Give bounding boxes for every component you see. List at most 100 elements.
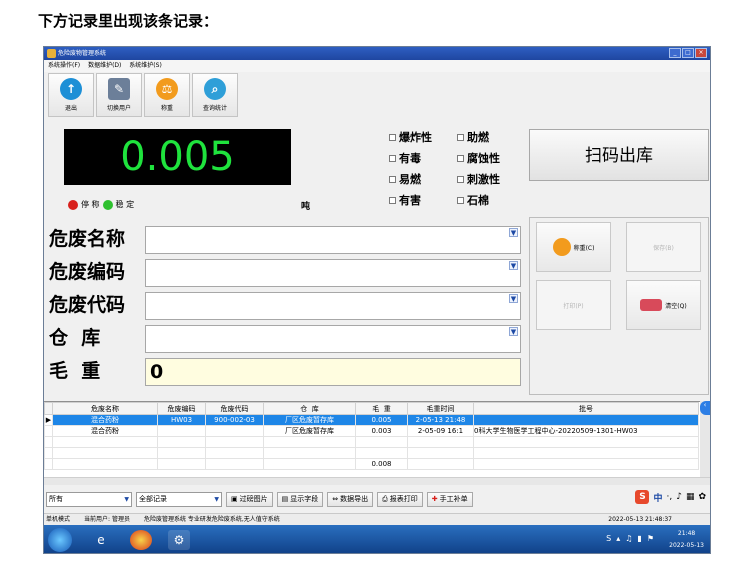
weigh-button[interactable]: 称重(C) [536, 222, 611, 272]
export-icon: ⇔ [332, 495, 339, 503]
records-table: 危废名称 危废编码 危废代码 仓 库 毛 重 毛重时间 批号 ▶ 混合药粉 HW… [44, 401, 710, 477]
hazard-checkboxes: 爆炸性 助燃 有毒 腐蚀性 易燃 刺激性 有害 石棉 [389, 129, 525, 208]
warehouse-select[interactable]: ▼ [145, 325, 521, 353]
taskbar: e ⚙ S ▴ ♫ ▮ ⚑ 21:48 2022-05-13 [44, 525, 710, 553]
switch-user-icon: ✎ [108, 78, 130, 100]
title-bar: 危险废物管理系统 _ □ × [44, 47, 710, 60]
print-button[interactable]: 打印(P) [536, 280, 611, 330]
check-flammable[interactable]: 易燃 [389, 171, 457, 187]
show-fields-button[interactable]: ▤ 显示字段 [276, 491, 324, 507]
green-light-icon [102, 199, 113, 210]
start-button[interactable] [48, 528, 72, 552]
clear-button[interactable]: 清空(Q) [626, 280, 701, 330]
status-bar: 单机模式 当前用户: 管理员 危险废管理系统 专业研发危险废系统,无人值守系统 … [44, 513, 710, 525]
chevron-down-icon[interactable]: ▼ [509, 327, 518, 336]
col-warehouse[interactable]: 仓 库 [263, 402, 356, 415]
app-window: 危险废物管理系统 _ □ × 系统操作(F) 数据维护(D) 系统维护(S) ↑… [43, 46, 711, 554]
waste-type-code-label: 危废代码 [49, 294, 126, 316]
sogou-icon[interactable]: S [635, 490, 650, 504]
skin-icon[interactable]: ✿ [698, 492, 706, 502]
waste-name-select[interactable]: ▼ [145, 226, 521, 254]
col-gross-time[interactable]: 毛重时间 [407, 402, 474, 415]
chevron-left-icon[interactable]: ‹ [700, 401, 710, 415]
filter-scope-select[interactable]: 所有 ▼ [46, 491, 132, 507]
check-harmful[interactable]: 有害 [389, 192, 457, 208]
waste-code-label: 危废编码 [49, 261, 126, 283]
total-gross: 0.008 [355, 458, 408, 470]
action-panel: 称重(C) 保存(B) 打印(P) 清空(Q) [529, 217, 709, 395]
chevron-down-icon: ▼ [214, 495, 219, 503]
add-icon: ✚ [431, 495, 438, 503]
filter-records-select[interactable]: 全部记录 ▼ [136, 491, 222, 507]
app-icon [47, 49, 56, 58]
scale-icon: ⚖ [156, 78, 178, 100]
check-toxic[interactable]: 有毒 [389, 150, 457, 166]
col-waste-name[interactable]: 危废名称 [52, 402, 158, 415]
stable-on-label: 稳 定 [115, 200, 135, 209]
bottom-toolbar: 所有 ▼ 全部记录 ▼ ▣ 过磅图片 ▤ 显示字段 ⇔ 数据导出 ⎙ 报表打印 ✚ 手工补单 [44, 488, 710, 510]
chevron-down-icon[interactable]: ▼ [509, 228, 518, 237]
keyboard-icon[interactable]: ▦ [686, 492, 695, 502]
flag-icon[interactable]: ⚑ [647, 534, 654, 543]
check-explosive[interactable]: 爆炸性 [389, 129, 457, 145]
weigh-image-button[interactable]: ▣ 过磅图片 [226, 491, 273, 507]
window-title: 危险废物管理系统 [58, 50, 107, 57]
fields-icon: ▤ [281, 495, 289, 503]
weight-unit: 吨 [301, 202, 311, 212]
col-batch[interactable]: 批号 [473, 402, 699, 415]
table-row[interactable]: ▶ 混合药粉 HW03 900-002-03 厂区危废暂存库 0.005 2-0… [44, 414, 699, 426]
maximize-button[interactable]: □ [682, 48, 694, 58]
volume-icon[interactable]: ♫ [625, 534, 632, 543]
close-button[interactable]: × [695, 48, 707, 58]
scan-outbound-button[interactable]: 扫码出库 [529, 129, 709, 181]
weigh-toolbar-button[interactable]: ⚖ 称重 [144, 73, 190, 117]
app-taskbar-icon[interactable]: ⚙ [168, 530, 190, 550]
minimize-button[interactable]: _ [669, 48, 681, 58]
form-fields: 危废名称 ▼ 危废编码 ▼ 危废代码 ▼ 仓 库 ▼ 毛 重 0 [49, 224, 524, 389]
network-icon[interactable]: ▮ [637, 534, 641, 543]
sogou-tray-icon[interactable]: S [606, 534, 611, 543]
punctuation-icon[interactable]: ·, [666, 492, 672, 502]
manual-entry-button[interactable]: ✚ 手工补单 [426, 491, 473, 507]
query-stats-button[interactable]: ⌕ 查询统计 [192, 73, 238, 117]
table-row[interactable]: 混合药粉 厂区危废暂存库 0.003 2-05-09 16:1 0科大学生物医学… [44, 425, 699, 437]
taskbar-clock[interactable]: 21:48 2022-05-13 [669, 528, 704, 552]
save-button[interactable]: 保存(B) [626, 222, 701, 272]
switch-user-button[interactable]: ✎ 切换用户 [96, 73, 142, 117]
microphone-icon[interactable]: ♪ [676, 492, 682, 502]
gross-weight-field[interactable]: 0 [145, 358, 521, 386]
check-asbestos[interactable]: 石棉 [457, 192, 525, 208]
row-pointer-icon: ▶ [44, 414, 53, 426]
weight-display: 0.005 [64, 129, 291, 185]
check-oxidizing[interactable]: 助燃 [457, 129, 525, 145]
printer-icon: ⎙ [382, 494, 388, 503]
ime-language[interactable]: 中 [653, 491, 662, 504]
ie-icon[interactable]: e [90, 530, 112, 550]
chevron-down-icon: ▼ [124, 495, 129, 503]
export-button[interactable]: ⇔ 数据导出 [327, 491, 374, 507]
col-waste-code[interactable]: 危废编码 [157, 402, 206, 415]
eraser-icon [640, 299, 663, 311]
check-corrosive[interactable]: 腐蚀性 [457, 150, 525, 166]
waste-type-code-select[interactable]: ▼ [145, 292, 521, 320]
chrome-icon[interactable] [130, 530, 152, 550]
chevron-down-icon[interactable]: ▼ [509, 294, 518, 303]
warehouse-label: 仓 库 [49, 327, 101, 349]
chevron-down-icon[interactable]: ▼ [509, 261, 518, 270]
col-gross[interactable]: 毛 重 [355, 402, 408, 415]
check-irritant[interactable]: 刺激性 [457, 171, 525, 187]
table-horizontal-scrollbar[interactable] [44, 477, 710, 485]
menu-bar: 系统操作(F) 数据维护(D) 系统维护(S) [44, 60, 710, 72]
scale-icon [552, 238, 571, 256]
menu-system[interactable]: 系统操作(F) [48, 62, 80, 69]
scale-status: 停 称 稳 定 [68, 199, 134, 210]
exit-button[interactable]: ↑ 退出 [48, 73, 94, 117]
image-icon: ▣ [231, 495, 238, 503]
menu-data[interactable]: 数据维护(D) [88, 62, 121, 69]
table-row [44, 436, 699, 448]
arrow-up-icon[interactable]: ▴ [616, 534, 620, 543]
waste-code-select[interactable]: ▼ [145, 259, 521, 287]
menu-maintenance[interactable]: 系统维护(S) [129, 62, 162, 69]
report-print-button[interactable]: ⎙ 报表打印 [377, 491, 423, 507]
col-type-code[interactable]: 危废代码 [205, 402, 264, 415]
